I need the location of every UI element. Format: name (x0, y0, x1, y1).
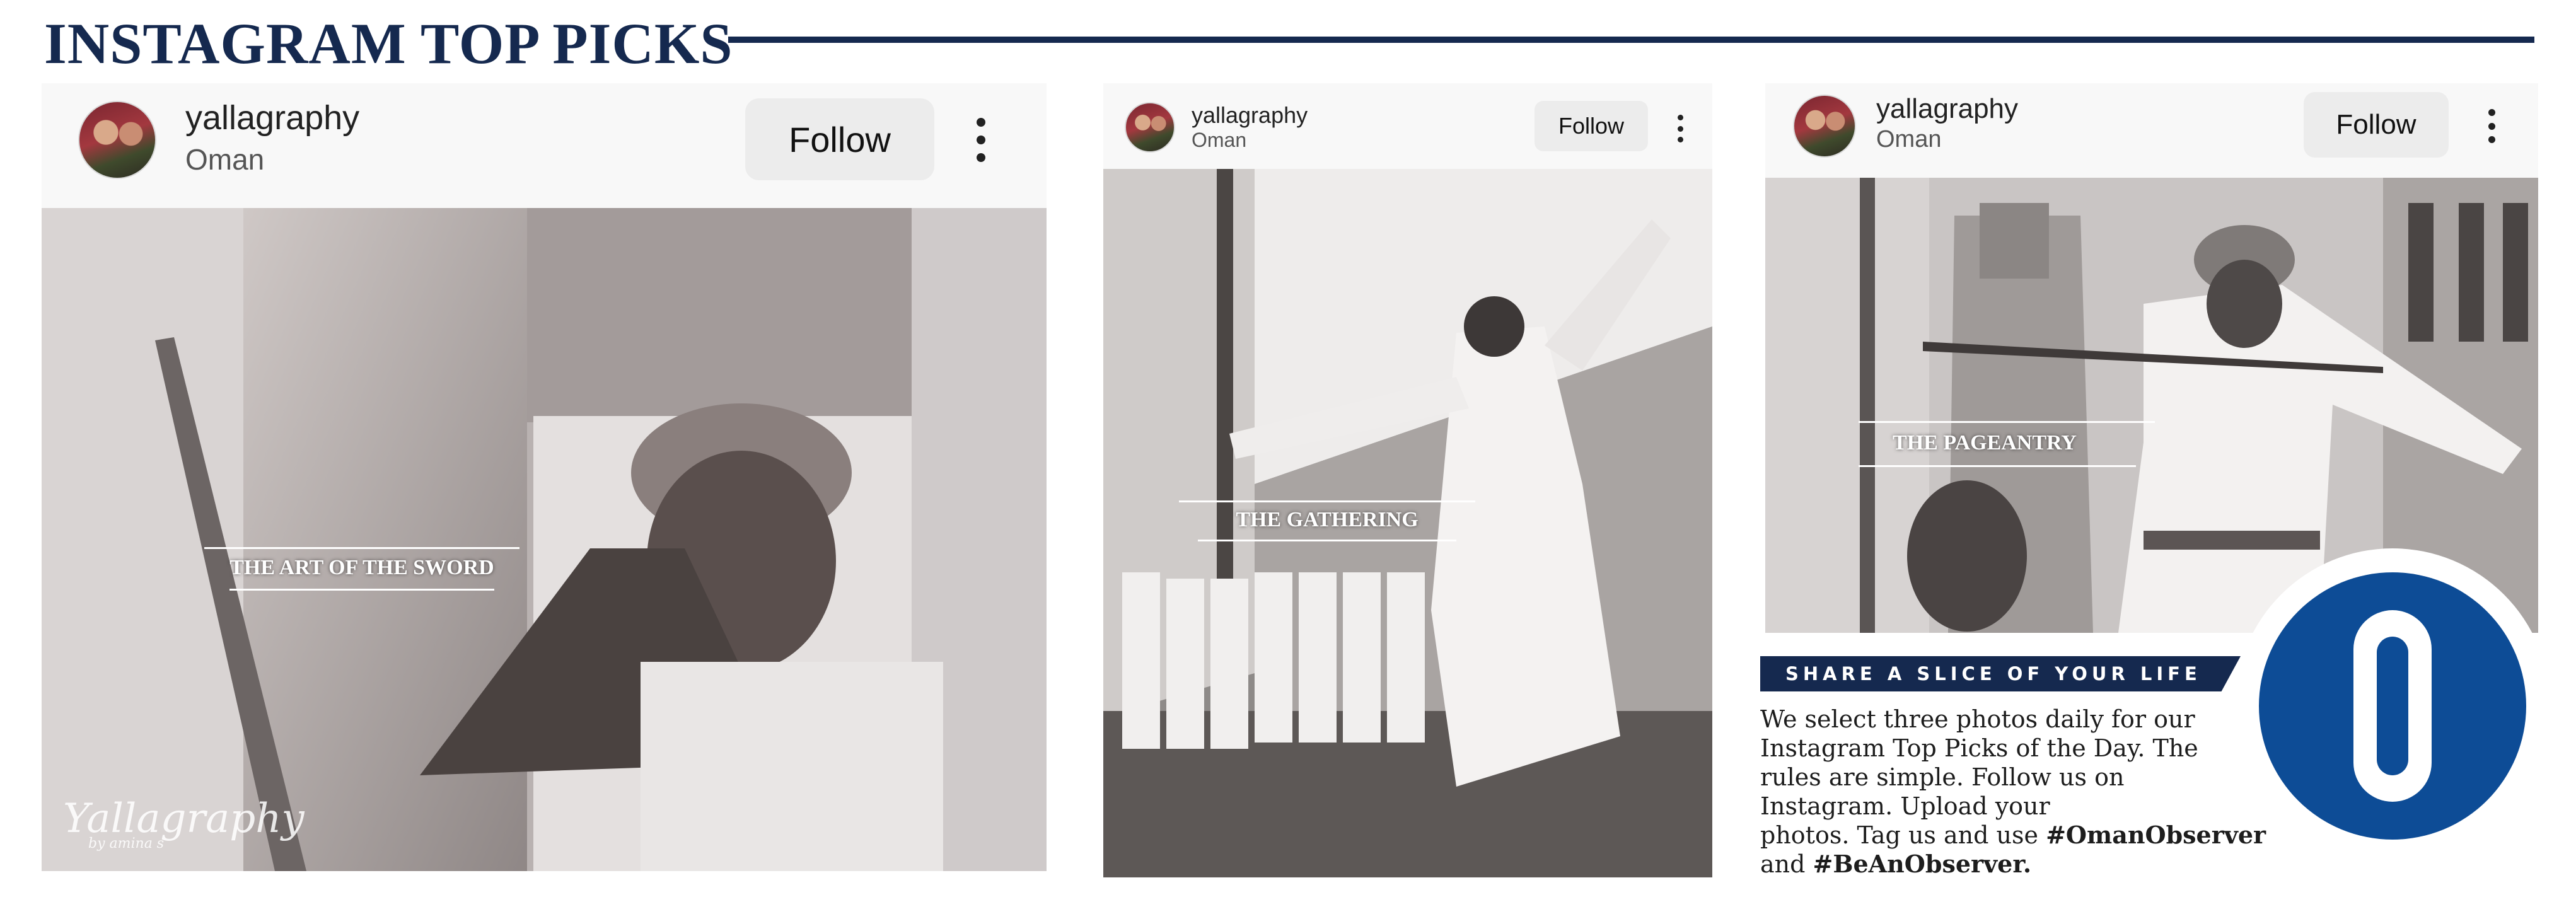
info-line: We select three photos daily for our (1760, 705, 2195, 733)
avatar[interactable] (1125, 102, 1175, 153)
photo-caption: THE PAGEANTRY (1893, 431, 2077, 454)
more-vertical-icon-dot (2488, 136, 2495, 144)
info-line: Instagram. Upload your (1760, 792, 2050, 820)
hashtag-beanobserver[interactable]: #BeAnObserver. (1813, 850, 2032, 878)
post-card-2: yallagraphy Oman Follow THE GATHERING (1103, 83, 1712, 877)
more-vertical-icon (1677, 114, 1683, 120)
photo-sword (42, 208, 1047, 871)
info-line: rules are simple. Follow us on (1760, 763, 2125, 791)
photo-caption: THE GATHERING (1236, 508, 1419, 531)
info-line: Instagram Top Picks of the Day. The (1760, 734, 2198, 762)
username[interactable]: yallagraphy (185, 98, 359, 137)
location[interactable]: Oman (1192, 129, 1246, 152)
more-vertical-icon (977, 118, 985, 127)
follow-button[interactable]: Follow (745, 98, 934, 180)
username[interactable]: yallagraphy (1876, 93, 2018, 125)
follow-button[interactable]: Follow (2304, 92, 2449, 158)
username[interactable]: yallagraphy (1192, 102, 1308, 129)
info-body: We select three photos daily for our Ins… (1760, 705, 2266, 879)
caption-rule-bottom (1859, 465, 2136, 467)
more-vertical-icon-dot (977, 136, 985, 144)
photo-caption: THE ART OF THE SWORD (229, 556, 494, 579)
page-title: INSTAGRAM TOP PICKS (44, 11, 733, 76)
caption-rule-bottom (229, 589, 494, 591)
info-line: and #BeAnObserver. (1760, 850, 2265, 879)
info-line-text: and (1760, 850, 1813, 878)
more-vertical-icon (2488, 108, 2495, 116)
location[interactable]: Oman (185, 142, 264, 176)
title-rule (728, 37, 2534, 43)
info-line-text: photos. Tag us and use (1760, 821, 2046, 849)
caption-rule-top (1179, 500, 1475, 502)
watermark-name: Yallagraphy (63, 795, 305, 842)
observer-logo-letter-counter (2377, 637, 2408, 775)
caption-rule-top (204, 547, 519, 549)
hashtag-omanobserver[interactable]: #OmanObserver (2046, 821, 2266, 849)
post-photo[interactable] (42, 208, 1047, 871)
location[interactable]: Oman (1876, 126, 1941, 153)
more-options-button[interactable] (1668, 108, 1693, 149)
follow-button[interactable]: Follow (1535, 101, 1648, 151)
caption-rule-bottom (1198, 540, 1456, 541)
avatar[interactable] (1793, 95, 1856, 158)
more-options-button[interactable] (962, 108, 1000, 171)
slice-banner-text: SHARE A SLICE OF YOUR LIFE (1785, 663, 2202, 685)
post-card-3: yallagraphy Oman Follow THE PAGEANTRY (1765, 83, 2538, 633)
caption-rule-top (1859, 421, 2155, 423)
info-line: photos. Tag us and use #OmanObserver (1760, 821, 2266, 850)
more-vertical-icon-dot (1677, 125, 1683, 132)
more-vertical-icon-dot (1677, 137, 1683, 143)
photo-watermark: Yallagraphy by amina s (63, 795, 305, 852)
avatar[interactable] (78, 101, 156, 179)
more-vertical-icon-dot (2488, 122, 2495, 130)
post-card-1: yallagraphy Oman Follow THE ART OF THE S… (42, 83, 1047, 871)
more-vertical-icon-dot (977, 153, 985, 162)
more-options-button[interactable] (2478, 102, 2505, 150)
